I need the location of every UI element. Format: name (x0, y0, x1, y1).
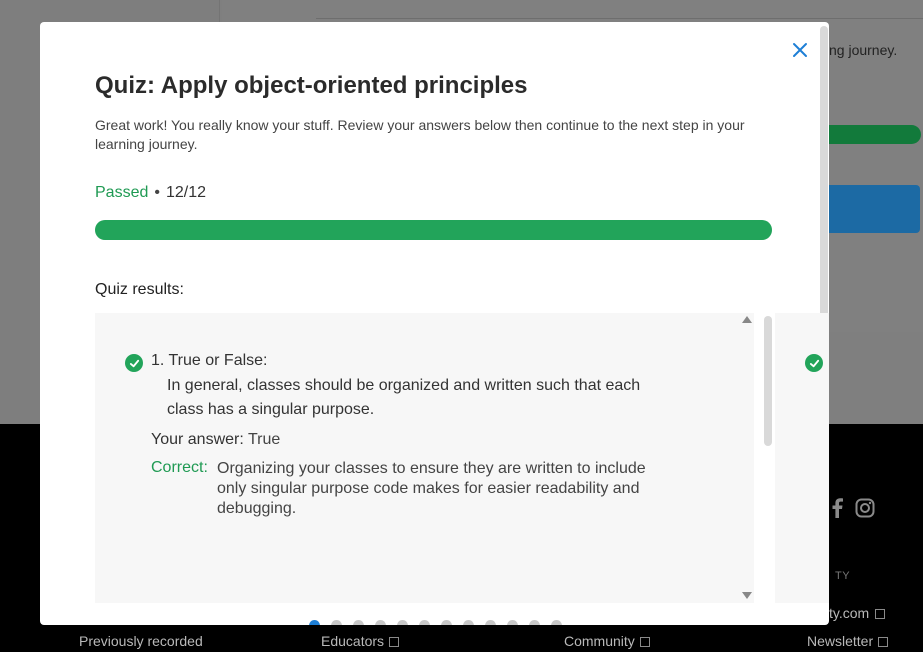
status-separator: • (154, 184, 160, 201)
background-continue-button[interactable] (829, 185, 920, 233)
footer-url-link[interactable]: ty.com (829, 605, 886, 621)
quiz-score: 12/12 (165, 184, 207, 201)
your-answer-label: Your answer: (151, 431, 244, 448)
quiz-status: Passed • 12/12 (95, 184, 206, 202)
pagination-dot[interactable] (529, 620, 540, 625)
pagination-dot[interactable] (507, 620, 518, 625)
footer-link-newsletter[interactable]: Newsletter (807, 633, 889, 649)
close-button[interactable] (792, 42, 808, 58)
footer-link-previously-recorded[interactable]: Previously recorded (79, 633, 203, 649)
question-text: In general, classes should be organized … (167, 377, 641, 418)
background-progress-bar (829, 125, 921, 144)
pagination-dot[interactable] (375, 620, 386, 625)
correct-check-icon (125, 354, 143, 372)
footer-link-educators[interactable]: Educators (321, 633, 400, 649)
facebook-icon[interactable] (831, 498, 843, 523)
status-badge: Passed (95, 184, 149, 201)
social-links (831, 498, 875, 523)
carousel-pagination (309, 620, 562, 625)
score-progress-bar (95, 220, 772, 240)
external-link-icon (389, 637, 400, 647)
pagination-dot[interactable] (309, 620, 320, 625)
pagination-dot[interactable] (441, 620, 452, 625)
pagination-dot[interactable] (353, 620, 364, 625)
next-correct-check-icon (805, 354, 823, 372)
pagination-dot[interactable] (485, 620, 496, 625)
modal-title: Quiz: Apply object-oriented principles (95, 72, 528, 99)
pagination-dot[interactable] (331, 620, 342, 625)
external-link-icon (875, 609, 886, 619)
your-answer-value: True (247, 431, 281, 448)
modal-subtitle: Great work! You really know your stuff. … (95, 117, 745, 152)
card-scrollbar[interactable] (764, 316, 772, 446)
external-link-icon (639, 637, 650, 647)
question-title: 1. True or False: (151, 352, 268, 369)
background-journey-text: ng journey. (829, 42, 898, 58)
your-answer: Your answer: True (151, 431, 280, 449)
pagination-dot[interactable] (463, 620, 474, 625)
background-divider (316, 18, 923, 19)
scroll-down-arrow-icon[interactable] (742, 592, 752, 599)
instagram-icon[interactable] (855, 498, 875, 523)
quiz-results-modal: Quiz: Apply object-oriented principles G… (40, 22, 829, 625)
quiz-results-heading: Quiz results: (95, 281, 184, 298)
pagination-dot[interactable] (551, 620, 562, 625)
footer-section-label: TY (835, 570, 851, 582)
scroll-up-arrow-icon[interactable] (742, 316, 752, 323)
pagination-dot[interactable] (419, 620, 430, 625)
correct-explanation: Organizing your classes to ensure they a… (217, 460, 646, 517)
footer-link-community[interactable]: Community (564, 633, 650, 649)
pagination-dot[interactable] (397, 620, 408, 625)
external-link-icon (878, 637, 889, 647)
score-progress-fill (95, 220, 772, 240)
correct-label: Correct: (151, 459, 208, 476)
close-icon (793, 43, 807, 57)
